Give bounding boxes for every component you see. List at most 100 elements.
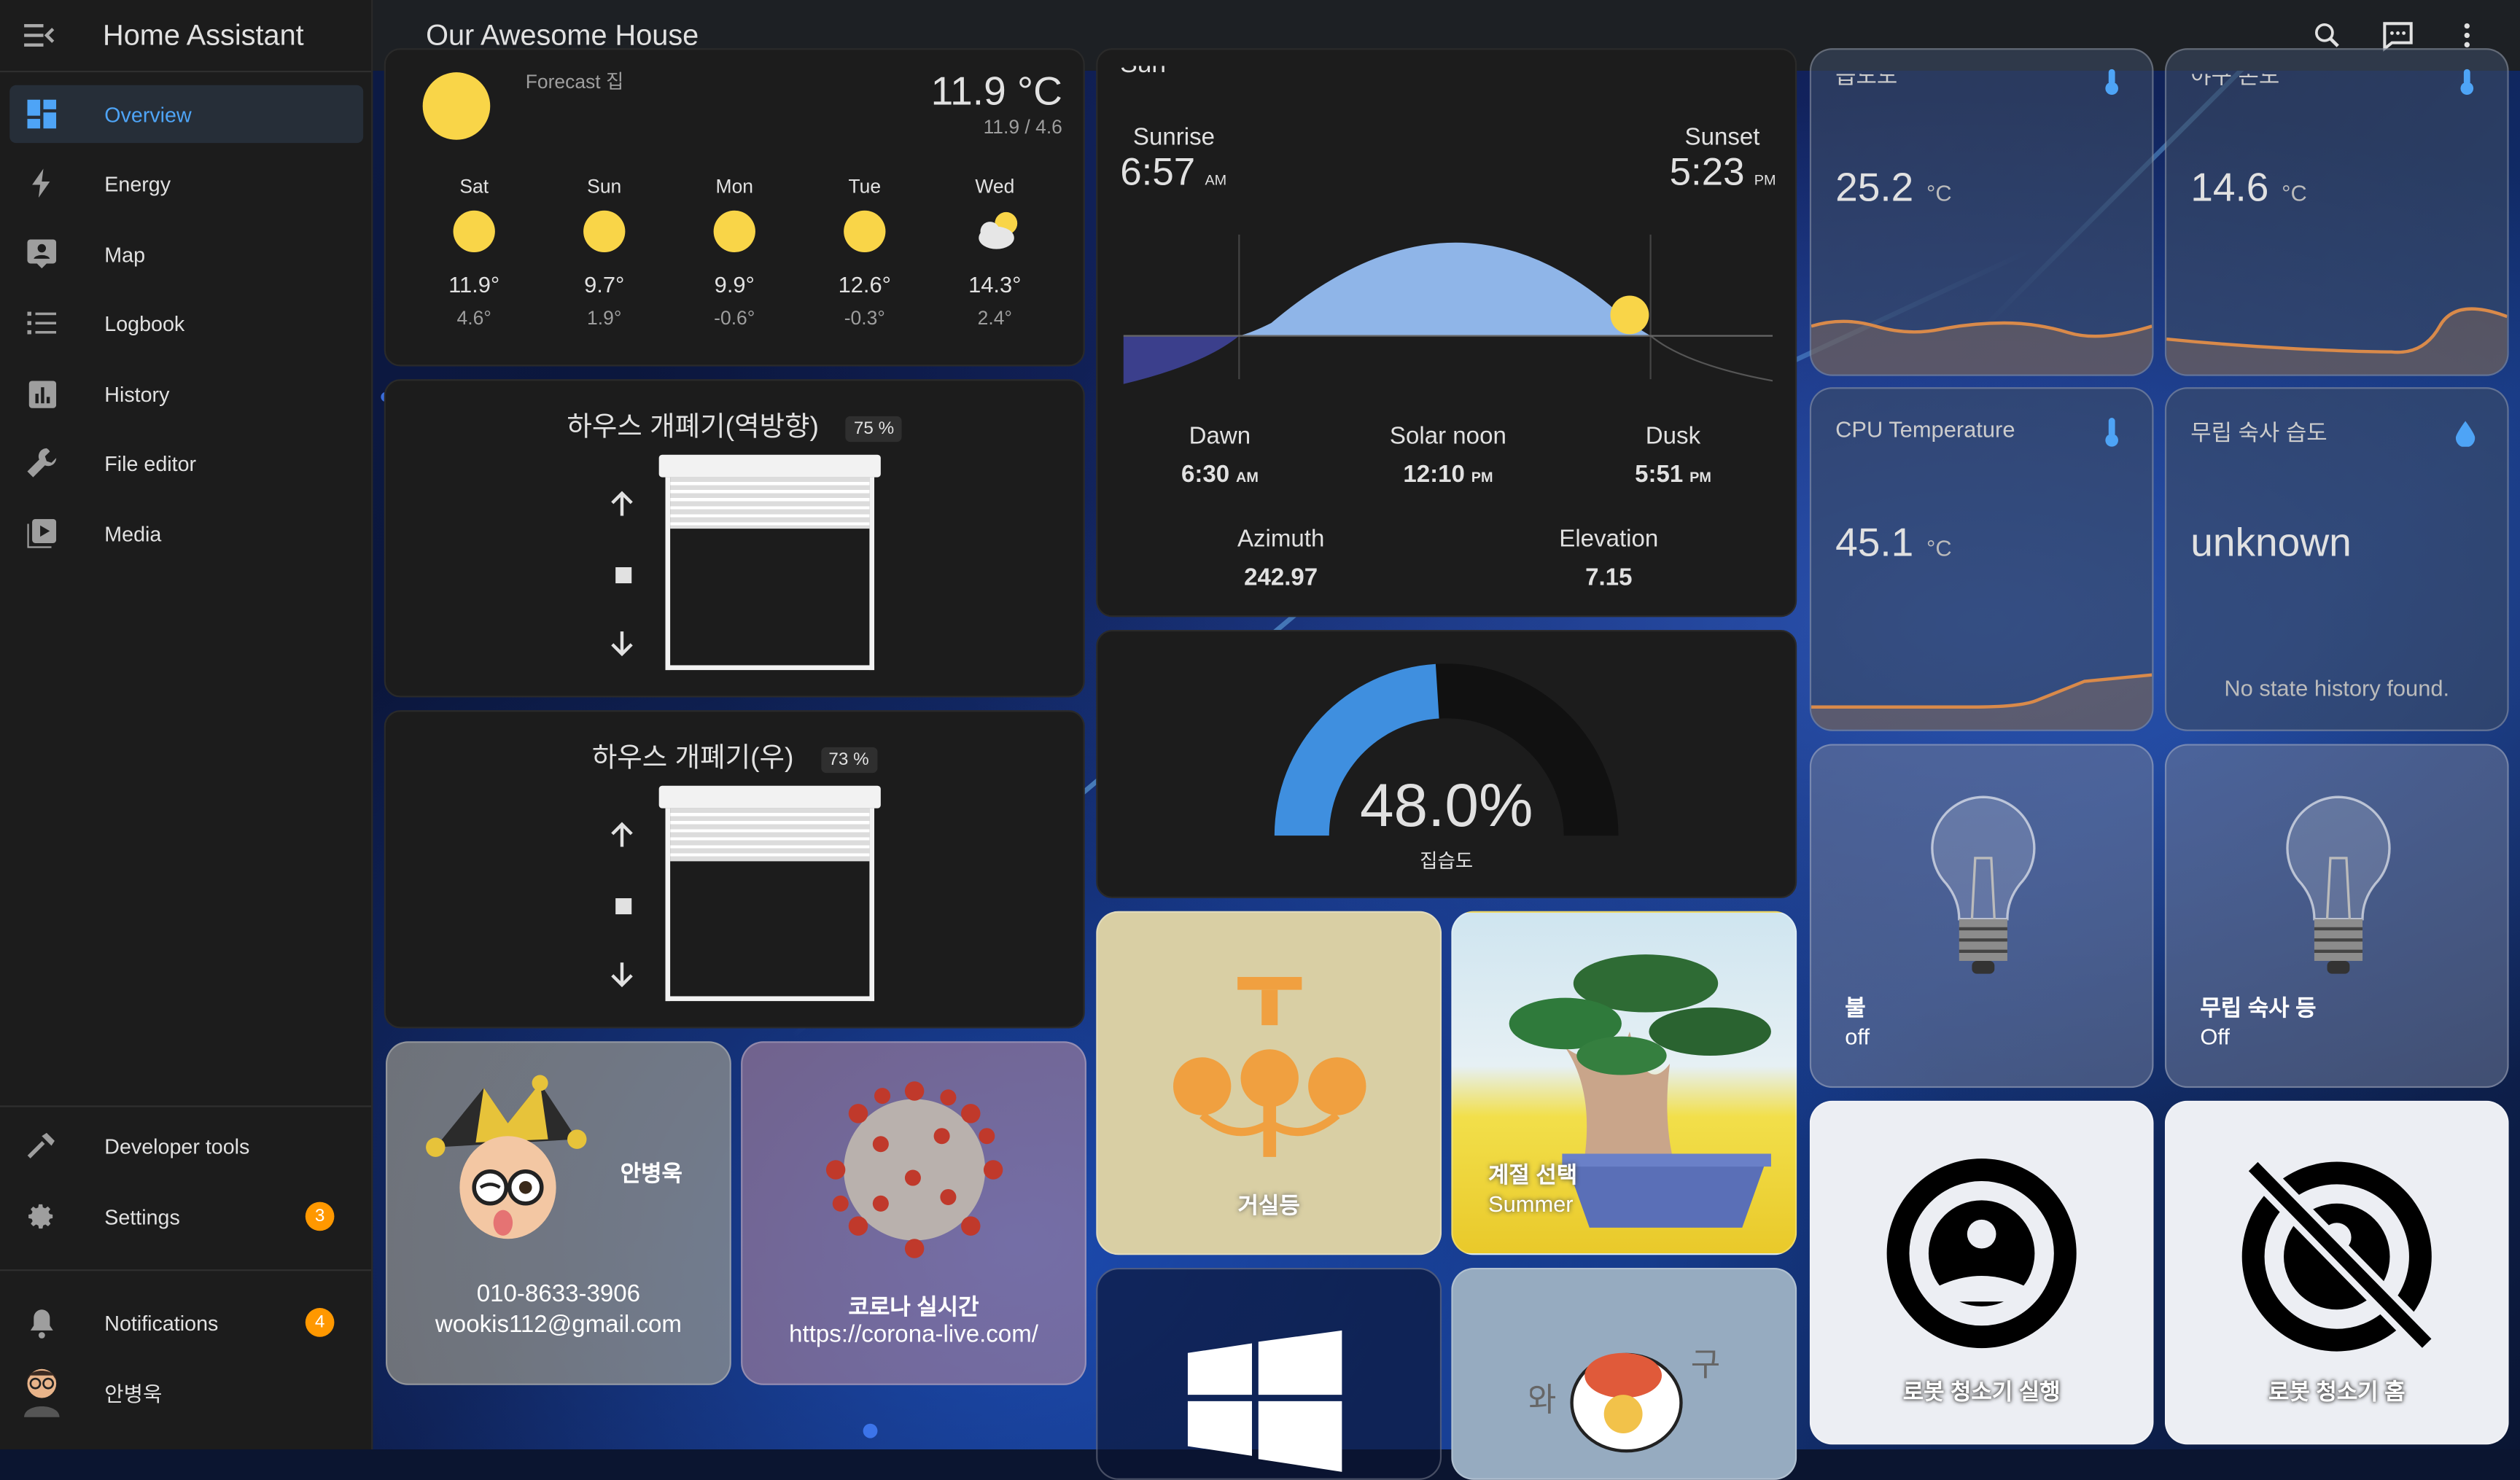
arrow-up-icon[interactable]	[607, 490, 637, 527]
sidebar-item-profile[interactable]: 안병욱	[9, 1363, 363, 1420]
sensor-value: 14.6 °C	[2190, 165, 2307, 211]
forecast-name: Forecast 집	[525, 70, 624, 93]
sidebar-item-overview[interactable]: Overview	[9, 85, 364, 144]
windows-tile[interactable]	[1096, 1267, 1442, 1480]
wrench-icon	[9, 447, 74, 479]
dusk-label: Dusk	[1645, 422, 1701, 451]
svg-text:구: 구	[1691, 1347, 1721, 1384]
sidebar-item-label: Developer tools	[104, 1133, 250, 1158]
cpu-temperature-card[interactable]: CPU Temperature 45.1 °C	[1809, 387, 2154, 731]
dawn-label: Dawn	[1189, 422, 1251, 451]
forecast-high: 11.9°	[448, 271, 500, 297]
sidebar-item-energy[interactable]: Energy	[9, 155, 363, 212]
sidebar-item-label: Map	[104, 241, 146, 266]
tile-state: Off	[2200, 1023, 2231, 1050]
current-temperature: 11.9 °C	[930, 69, 1062, 114]
light-bulb-icon	[2286, 795, 2391, 974]
humidity-sensor-card[interactable]: 무립 숙사 습도 unknown No state history found.	[2164, 387, 2509, 731]
humidity-gauge-card[interactable]: 48.0% 집습도	[1096, 629, 1797, 899]
sensor-history-graph	[1811, 319, 2152, 375]
dawn-time: 6:30 AM	[1181, 461, 1259, 489]
list-icon	[9, 310, 74, 335]
windows-logo-icon	[1187, 1330, 1342, 1472]
sensor-title: 습도도	[1835, 62, 1898, 89]
sidebar-item-map[interactable]: Map	[9, 225, 363, 283]
corona-title: 코로나 실시간	[848, 1293, 979, 1320]
forecast-low: -0.6°	[714, 306, 755, 330]
bell-icon	[9, 1307, 74, 1338]
gauge-label: 집습도	[1420, 849, 1474, 873]
stop-icon[interactable]	[615, 567, 632, 584]
tile-state: off	[1845, 1023, 1870, 1050]
user-name: 안병욱	[104, 1381, 163, 1406]
sunrise-label: Sunrise	[1132, 123, 1215, 152]
sensor-value: 25.2 °C	[1835, 165, 1952, 211]
weather-forecast-card[interactable]: Forecast 집 11.9 °C 11.9 / 4.6 Sat 11.9° 4.…	[384, 48, 1085, 367]
living-room-light-tile[interactable]: 거실등	[1096, 911, 1442, 1255]
sensor-card-2[interactable]: 야구 온도 14.6 °C	[2164, 48, 2509, 376]
gear-icon	[9, 1202, 74, 1231]
person-card[interactable]: 안병욱 010-8633-3906 wookis112@gmail.com	[385, 1041, 731, 1385]
cover-position-badge: 73 %	[820, 746, 877, 773]
shutter-graphic	[658, 785, 881, 1005]
robot-vacuum-start-tile[interactable]: 로봇 청소기 실행	[1809, 1100, 2154, 1445]
dashboard-icon	[9, 99, 74, 129]
sidebar-item-settings[interactable]: Settings 3	[9, 1188, 363, 1245]
elevation-value: 7.15	[1585, 564, 1633, 592]
arrow-down-icon[interactable]	[607, 628, 637, 666]
menu-collapse-icon[interactable]	[0, 23, 80, 48]
sidebar-item-file-editor[interactable]: File editor	[9, 434, 363, 491]
avatar	[9, 1366, 74, 1417]
sunny-icon	[713, 210, 755, 253]
cover-position-badge: 75 %	[845, 415, 903, 442]
cover-card-2: 하우스 개폐기(우) 73 %	[384, 710, 1085, 1029]
sidebar-item-media[interactable]: Media	[9, 505, 363, 562]
dusk-time: 5:51 PM	[1635, 461, 1711, 489]
solar-noon-time: 12:10 PM	[1403, 461, 1493, 489]
stop-icon[interactable]	[615, 898, 632, 915]
tile-label: 로봇 청소기 홈	[2268, 1379, 2406, 1405]
forecast-day-name: Tue	[848, 175, 882, 198]
forecast-day: Sat 11.9° 4.6°	[426, 175, 522, 330]
memoji-avatar	[426, 1075, 587, 1239]
lightning-icon	[9, 168, 74, 198]
play-box-icon	[9, 518, 74, 548]
season-select-tile[interactable]: 계절 선택 Summer	[1451, 911, 1797, 1255]
forecast-high: 12.6°	[838, 271, 892, 297]
robot-vacuum-icon	[1886, 1158, 2077, 1349]
light-tile-2[interactable]: 무립 숙사 등 Off	[2164, 744, 2509, 1088]
arrow-down-icon[interactable]	[607, 959, 637, 997]
hammer-icon	[9, 1132, 74, 1161]
sidebar-item-developer-tools[interactable]: Developer tools	[9, 1117, 363, 1175]
forecast-day-name: Sat	[459, 175, 489, 198]
azimuth-value: 242.97	[1244, 564, 1318, 592]
corona-url[interactable]: https://corona-live.com/	[742, 1321, 1084, 1348]
sensor-history-graph	[2166, 307, 2508, 375]
azimuth-label: Azimuth	[1237, 525, 1325, 553]
sensor-title: CPU Temperature	[1835, 416, 2015, 443]
forecast-high: 9.7°	[584, 271, 625, 297]
sidebar-item-logbook[interactable]: Logbook	[9, 294, 363, 351]
sidebar-item-notifications[interactable]: Notifications 4	[9, 1293, 363, 1351]
robot-vacuum-off-icon	[2241, 1157, 2436, 1352]
tile-label: 불	[1845, 994, 1866, 1021]
chandelier-icon	[1172, 977, 1366, 1157]
forecast-day: Tue 12.6° -0.3°	[817, 175, 913, 330]
light-tile-1[interactable]: 불 off	[1809, 744, 2154, 1088]
tile-label: 계절 선택	[1488, 1161, 1578, 1188]
sunny-icon	[583, 210, 626, 253]
arrow-up-icon[interactable]	[607, 821, 637, 858]
sun-elevation-chart	[1123, 234, 1773, 384]
person-name: 안병욱	[620, 1160, 682, 1186]
forecast-low: 1.9°	[587, 306, 622, 330]
map-account-icon	[9, 239, 74, 269]
water-percent-icon	[2455, 421, 2476, 454]
corona-link-card[interactable]: 코로나 실시간 https://corona-live.com/	[741, 1041, 1086, 1385]
sidebar-item-history[interactable]: History	[9, 365, 363, 422]
solar-noon-label: Solar noon	[1389, 422, 1506, 451]
forecast-low: 4.6°	[456, 306, 491, 330]
robot-vacuum-home-tile[interactable]: 로봇 청소기 홈	[2164, 1100, 2509, 1445]
sidebar-item-label: Notifications	[104, 1310, 219, 1335]
cartoon-tile[interactable]: 와 구	[1451, 1267, 1797, 1480]
sensor-card-1[interactable]: 습도도 25.2 °C	[1809, 48, 2154, 376]
